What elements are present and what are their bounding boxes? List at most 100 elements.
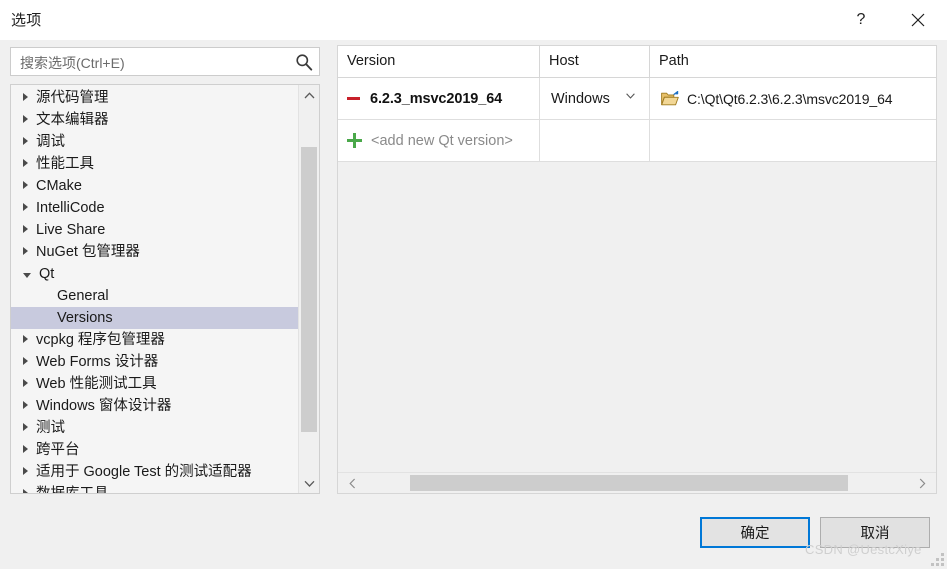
cell-add-new-version[interactable]: <add new Qt version> bbox=[338, 120, 540, 161]
path-label: C:\Qt\Qt6.2.3\6.2.3\msvc2019_64 bbox=[687, 90, 893, 107]
tree-item-web[interactable]: Web 性能测试工具 bbox=[11, 373, 298, 395]
scroll-right-button[interactable] bbox=[912, 473, 932, 493]
tree-item-versions[interactable]: Versions bbox=[11, 307, 298, 329]
column-header-host[interactable]: Host bbox=[540, 46, 650, 77]
tree-item-web-forms[interactable]: Web Forms 设计器 bbox=[11, 351, 298, 373]
open-folder-icon[interactable] bbox=[661, 91, 679, 106]
tree-item-vcpkg[interactable]: vcpkg 程序包管理器 bbox=[11, 329, 298, 351]
search-icon[interactable] bbox=[295, 53, 313, 71]
chevron-right-icon[interactable] bbox=[23, 181, 28, 190]
cell-host[interactable]: Windows bbox=[540, 78, 650, 119]
chevron-right-icon[interactable] bbox=[23, 159, 28, 168]
tree-item-label: Versions bbox=[57, 310, 113, 327]
host-label: Windows bbox=[551, 90, 610, 107]
qt-versions-grid: Version Host Path 6.2.3_msvc2019_64 Wind… bbox=[337, 45, 937, 494]
tree-item-[interactable]: 跨平台 bbox=[11, 439, 298, 461]
version-label: 6.2.3_msvc2019_64 bbox=[370, 90, 503, 107]
cell-host-empty[interactable] bbox=[540, 120, 650, 161]
search-input[interactable] bbox=[18, 48, 292, 77]
help-button[interactable]: ? bbox=[838, 0, 884, 40]
tree-vertical-scrollbar[interactable] bbox=[298, 85, 319, 493]
chevron-down-icon[interactable] bbox=[626, 93, 635, 99]
scroll-up-button[interactable] bbox=[299, 85, 319, 105]
tree-item-label: NuGet 包管理器 bbox=[36, 244, 140, 261]
close-button[interactable] bbox=[895, 0, 941, 40]
options-category-tree[interactable]: 源代码管理文本编辑器调试性能工具 CMake IntelliCode Live Sha… bbox=[10, 84, 320, 494]
dialog-body: 源代码管理文本编辑器调试性能工具 CMake IntelliCode Live Sha… bbox=[0, 40, 947, 498]
scroll-thumb[interactable] bbox=[410, 475, 848, 491]
tree-item-[interactable]: 调试 bbox=[11, 131, 298, 153]
cell-version[interactable]: 6.2.3_msvc2019_64 bbox=[338, 78, 540, 119]
add-new-version-label: <add new Qt version> bbox=[371, 132, 513, 149]
grid-header-row: Version Host Path bbox=[338, 46, 936, 78]
chevron-right-icon[interactable] bbox=[23, 225, 28, 234]
chevron-right-icon[interactable] bbox=[23, 357, 28, 366]
tree-item-label: General bbox=[57, 288, 109, 305]
options-dialog: 选项 ? 源代码管理文本编辑器调试性能工具 CMake IntelliCode Liv… bbox=[0, 0, 947, 569]
tree-item-[interactable]: 源代码管理 bbox=[11, 87, 298, 109]
tree-item-label: IntelliCode bbox=[36, 200, 105, 217]
chevron-right-icon[interactable] bbox=[23, 467, 28, 476]
chevron-down-icon bbox=[304, 480, 314, 487]
chevron-right-icon[interactable] bbox=[23, 137, 28, 146]
tree-item-live-share[interactable]: Live Share bbox=[11, 219, 298, 241]
tree-item-cmake[interactable]: CMake bbox=[11, 175, 298, 197]
resize-grip[interactable] bbox=[931, 553, 944, 566]
tree-item-label: 性能工具 bbox=[36, 156, 94, 173]
tree-item-label: Web 性能测试工具 bbox=[36, 376, 157, 393]
chevron-right-icon[interactable] bbox=[23, 445, 28, 454]
tree-item-label: vcpkg 程序包管理器 bbox=[36, 332, 165, 349]
tree-item-windows[interactable]: Windows 窗体设计器 bbox=[11, 395, 298, 417]
add-plus-icon[interactable] bbox=[347, 133, 362, 148]
tree-item-label: 跨平台 bbox=[36, 442, 80, 459]
tree-item-label: Windows 窗体设计器 bbox=[36, 398, 172, 415]
tree-item-general[interactable]: General bbox=[11, 285, 298, 307]
tree-item-intellicode[interactable]: IntelliCode bbox=[11, 197, 298, 219]
chevron-right-icon[interactable] bbox=[23, 247, 28, 256]
tree-item-label: 测试 bbox=[36, 420, 65, 437]
scroll-thumb[interactable] bbox=[301, 147, 317, 432]
dialog-footer: 确定 取消 bbox=[0, 498, 947, 569]
chevron-right-icon[interactable] bbox=[23, 335, 28, 344]
chevron-right-icon[interactable] bbox=[23, 423, 28, 432]
tree-item-label: 适用于 Google Test 的测试适配器 bbox=[36, 464, 252, 481]
table-row[interactable]: 6.2.3_msvc2019_64 Windows C:\Qt\Qt6.2.3\… bbox=[338, 78, 936, 120]
tree-item-google-test[interactable]: 适用于 Google Test 的测试适配器 bbox=[11, 461, 298, 483]
chevron-right-icon[interactable] bbox=[23, 115, 28, 124]
cell-path-empty[interactable] bbox=[650, 120, 936, 161]
tree-item-label: 源代码管理 bbox=[36, 90, 109, 107]
tree-list: 源代码管理文本编辑器调试性能工具 CMake IntelliCode Live Sha… bbox=[11, 85, 298, 493]
chevron-right-icon[interactable] bbox=[23, 489, 28, 493]
chevron-right-icon[interactable] bbox=[23, 93, 28, 102]
chevron-right-icon[interactable] bbox=[23, 379, 28, 388]
scroll-left-button[interactable] bbox=[342, 473, 362, 493]
column-header-path[interactable]: Path bbox=[650, 46, 936, 77]
cell-path[interactable]: C:\Qt\Qt6.2.3\6.2.3\msvc2019_64 bbox=[650, 78, 936, 119]
grid-horizontal-scrollbar[interactable] bbox=[338, 472, 936, 493]
column-header-version[interactable]: Version bbox=[338, 46, 540, 77]
watermark: CSDN @UestcXiye bbox=[805, 542, 922, 557]
table-row[interactable]: <add new Qt version> bbox=[338, 120, 936, 162]
tree-item-[interactable]: 文本编辑器 bbox=[11, 109, 298, 131]
question-mark-icon: ? bbox=[856, 11, 866, 28]
chevron-left-icon bbox=[348, 478, 355, 488]
tree-item-label: 文本编辑器 bbox=[36, 112, 109, 129]
chevron-down-icon[interactable] bbox=[23, 272, 31, 278]
remove-minus-icon[interactable] bbox=[347, 97, 360, 100]
tree-item-[interactable]: 测试 bbox=[11, 417, 298, 439]
title-bar: 选项 ? bbox=[0, 0, 947, 40]
ok-button[interactable]: 确定 bbox=[700, 517, 810, 548]
tree-item-label: 数据库工具 bbox=[36, 486, 109, 493]
chevron-right-icon[interactable] bbox=[23, 401, 28, 410]
scroll-down-button[interactable] bbox=[299, 473, 319, 493]
tree-item-[interactable]: 性能工具 bbox=[11, 153, 298, 175]
tree-item-label: CMake bbox=[36, 178, 82, 195]
tree-item-[interactable]: 数据库工具 bbox=[11, 483, 298, 493]
close-icon bbox=[911, 13, 925, 27]
search-box[interactable] bbox=[10, 47, 320, 77]
tree-item-label: 调试 bbox=[36, 134, 65, 151]
chevron-right-icon[interactable] bbox=[23, 203, 28, 212]
tree-item-nuget[interactable]: NuGet 包管理器 bbox=[11, 241, 298, 263]
tree-item-label: Live Share bbox=[36, 222, 106, 239]
tree-item-qt[interactable]: Qt bbox=[11, 263, 298, 285]
